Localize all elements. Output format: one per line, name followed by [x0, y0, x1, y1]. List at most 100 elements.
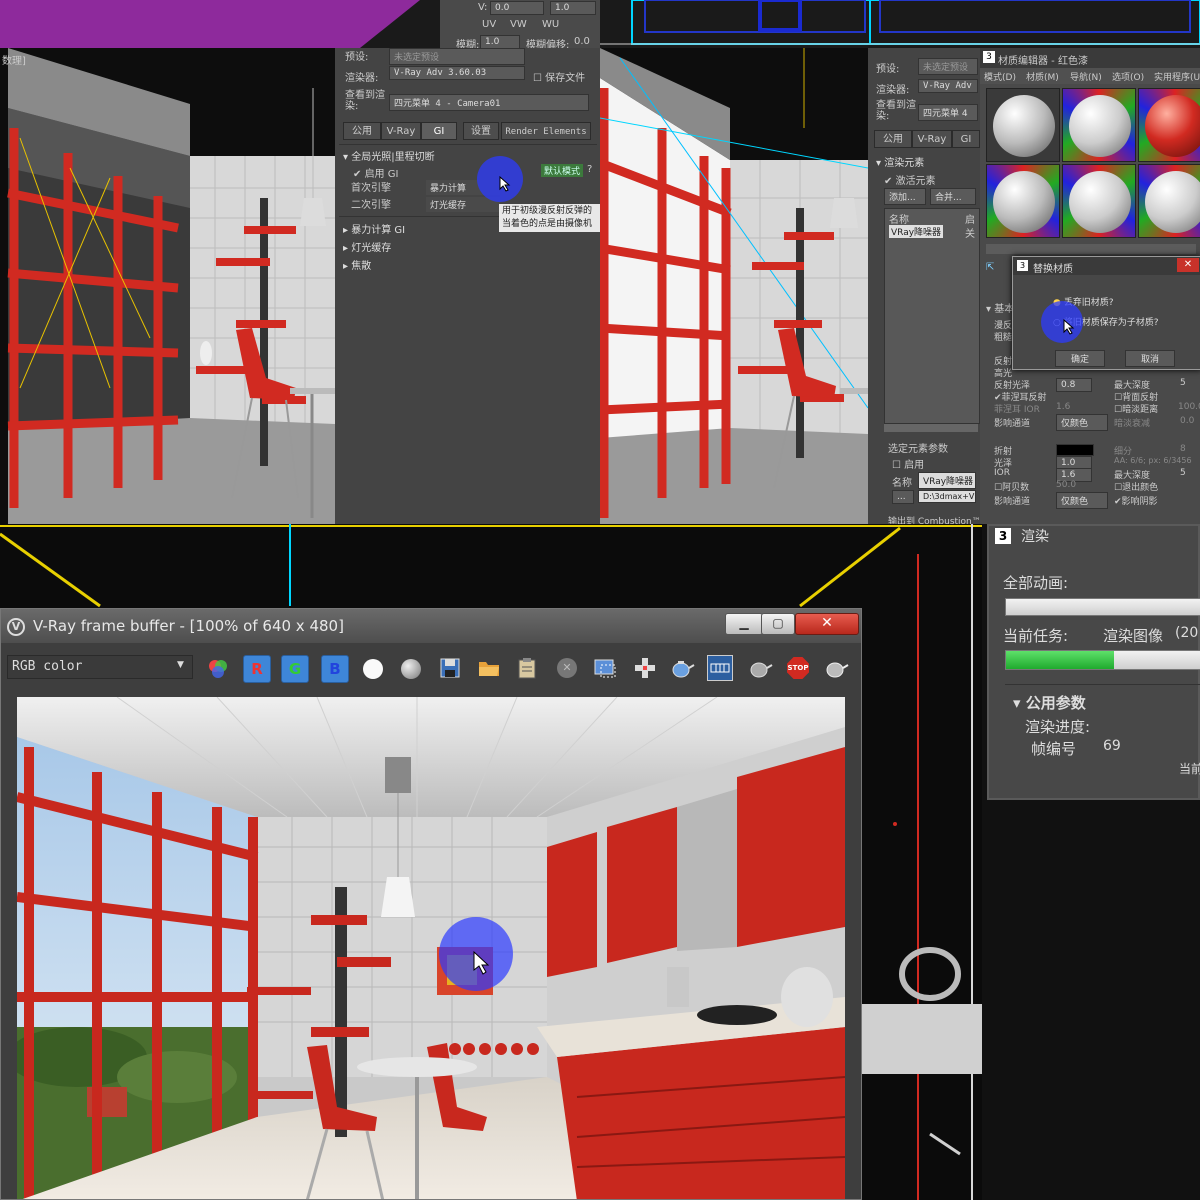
- rollout-light-cache[interactable]: ▸ 灯光缓存: [343, 239, 391, 254]
- frame-stamp-icon[interactable]: [707, 655, 733, 681]
- affect-channel-dropdown[interactable]: 仅颜色: [1056, 414, 1108, 431]
- elements-scrollbar[interactable]: [884, 424, 978, 432]
- merge-element-button[interactable]: 合并...: [930, 188, 976, 205]
- element-row[interactable]: VRay降噪器: [889, 225, 944, 238]
- common-params-rollout[interactable]: ▾ 公用参数: [1013, 692, 1086, 713]
- vfb-title: V-Ray frame buffer - [100% of 640 x 480]: [33, 617, 344, 635]
- active-elements-checkbox[interactable]: ✔ 激活元素: [884, 172, 936, 187]
- blur-offset-value[interactable]: 0.0: [574, 36, 590, 47]
- vw-radio[interactable]: VW: [510, 19, 527, 30]
- viewport-left-scene: [7, 48, 335, 524]
- rollout-brute-force[interactable]: ▸ 暴力计算 GI: [343, 221, 405, 236]
- alpha-channel-icon[interactable]: [401, 659, 421, 679]
- menu-mode[interactable]: 模式(D): [984, 70, 1016, 83]
- clear-image-icon[interactable]: ✕: [557, 658, 577, 678]
- material-slot-5[interactable]: [1062, 164, 1136, 238]
- render-last-teapot-icon[interactable]: [823, 656, 849, 680]
- element-name-field[interactable]: VRay降噪器: [918, 472, 976, 489]
- white-channel-icon[interactable]: [363, 659, 383, 679]
- render-setup-right: 预设: 未选定预设 渲染器: V-Ray Adv 3 查看到渲染: 四元菜单 4…: [868, 48, 981, 527]
- refraction-color-swatch[interactable]: [1056, 444, 1094, 456]
- right-preset-dropdown[interactable]: 未选定预设: [918, 58, 978, 75]
- rollout-caustics[interactable]: ▸ 焦散: [343, 257, 371, 272]
- save-file-checkbox[interactable]: ☐ 保存文件: [533, 69, 585, 84]
- right-tab-vray[interactable]: V-Ray: [912, 130, 952, 148]
- viewport-left[interactable]: 数理]: [0, 48, 335, 524]
- save-image-icon[interactable]: [439, 657, 461, 679]
- material-slot-3[interactable]: [1138, 88, 1200, 162]
- elements-list[interactable]: 名称 启 VRay降噪器 关: [884, 208, 980, 424]
- blur-field[interactable]: 1.0: [480, 35, 520, 49]
- v-field[interactable]: 0.0: [490, 1, 544, 15]
- right-view-dropdown[interactable]: 四元菜单 4: [918, 104, 978, 121]
- vray-logo-icon: V: [7, 618, 25, 636]
- enable-gi-checkbox[interactable]: ✔ 启用 GI: [353, 165, 398, 180]
- menu-options[interactable]: 选项(O): [1112, 70, 1144, 83]
- vfb-minimize-button[interactable]: ▁: [725, 613, 763, 635]
- blue-channel-button[interactable]: B: [321, 655, 349, 683]
- vfb-close-button[interactable]: ✕: [795, 613, 859, 635]
- render-setup-left: 预设: 未选定预设 渲染器: V-Ray Adv 3.60.03 ☐ 保存文件 …: [335, 48, 600, 524]
- vfb-title-bar: V V-Ray frame buffer - [100% of 640 x 48…: [1, 609, 861, 643]
- clipboard-icon[interactable]: [517, 657, 537, 679]
- default-mode-button[interactable]: 默认模式: [541, 164, 584, 177]
- vfb-maximize-button[interactable]: ▢: [761, 613, 795, 635]
- element-path-field[interactable]: D:\3dmax+VR: [918, 490, 976, 503]
- material-slot-1[interactable]: [986, 88, 1060, 162]
- stop-render-button[interactable]: STOP: [787, 657, 809, 679]
- channel-dropdown[interactable]: RGB color: [7, 655, 193, 679]
- preset-dropdown[interactable]: 未选定预设: [389, 48, 525, 65]
- tab-vray[interactable]: V-Ray: [381, 122, 421, 140]
- menu-material[interactable]: 材质(M): [1026, 70, 1059, 83]
- v2-field[interactable]: 1.0: [550, 1, 596, 15]
- material-menu-bar: 模式(D) 材质(M) 导航(N) 选项(O) 实用程序(U): [980, 68, 1200, 84]
- material-slot-4[interactable]: [986, 164, 1060, 238]
- dialog-close-button[interactable]: ✕: [1177, 258, 1199, 272]
- help-button[interactable]: ?: [587, 164, 592, 175]
- material-slot-2[interactable]: [1062, 88, 1136, 162]
- abbe-checkbox[interactable]: ☐阿贝数: [994, 480, 1029, 493]
- green-channel-button[interactable]: G: [281, 655, 309, 683]
- purple-shape: [0, 0, 420, 48]
- wu-radio[interactable]: WU: [542, 19, 559, 30]
- tab-render-elements[interactable]: Render Elements: [501, 122, 591, 140]
- view-dropdown[interactable]: 四元菜单 4 - Camera01: [389, 94, 589, 111]
- right-tab-common[interactable]: 公用: [874, 130, 912, 148]
- renderer-dropdown[interactable]: V-Ray Adv 3.60.03: [389, 66, 525, 80]
- region-render-icon[interactable]: [593, 657, 617, 679]
- element-enable-checkbox[interactable]: ☐ 启用: [892, 456, 924, 471]
- tab-common[interactable]: 公用: [343, 122, 381, 140]
- refl-gloss-field[interactable]: 0.8: [1056, 378, 1092, 392]
- affect-shadows-checkbox[interactable]: ✔影响阴影: [1114, 494, 1158, 507]
- color-channels-icon[interactable]: [207, 658, 229, 680]
- render-teapot-icon[interactable]: [669, 656, 695, 680]
- menu-navigation[interactable]: 导航(N): [1070, 70, 1102, 83]
- tab-settings[interactable]: 设置: [463, 122, 499, 140]
- material-slot-6[interactable]: [1138, 164, 1200, 238]
- interactive-teapot-icon[interactable]: [747, 656, 773, 680]
- vfb-cursor-icon: [473, 951, 490, 975]
- material-scrollbar[interactable]: [986, 244, 1196, 254]
- red-channel-button[interactable]: R: [243, 655, 271, 683]
- pick-material-icon[interactable]: ⇱: [986, 262, 994, 273]
- viewport-label[interactable]: 数理]: [2, 52, 26, 67]
- right-tab-gi[interactable]: GI: [952, 130, 980, 148]
- menu-utilities[interactable]: 实用程序(U): [1154, 70, 1200, 83]
- dialog-cancel-button[interactable]: 取消: [1125, 350, 1175, 367]
- dim-distance-checkbox[interactable]: ☐暗淡距离: [1114, 402, 1158, 415]
- path-browse-button[interactable]: ...: [892, 490, 914, 504]
- refr-affect-channel-dropdown[interactable]: 仅颜色: [1056, 492, 1108, 509]
- gi-rollout-title[interactable]: ▾ 全局光照|里程切断: [343, 148, 435, 163]
- right-renderer-dropdown[interactable]: V-Ray Adv 3: [918, 79, 978, 93]
- rendered-image[interactable]: [17, 697, 845, 1199]
- exit-color-checkbox[interactable]: ☐退出颜色: [1114, 480, 1158, 493]
- track-mouse-icon[interactable]: [633, 656, 657, 680]
- dialog-ok-button[interactable]: 确定: [1055, 350, 1105, 367]
- render-elements-rollout[interactable]: ▾ 渲染元素: [876, 154, 924, 169]
- uv-radio[interactable]: UV: [482, 19, 496, 30]
- viewport-middle[interactable]: [600, 48, 868, 524]
- add-element-button[interactable]: 添加...: [884, 188, 926, 205]
- open-folder-icon[interactable]: [477, 657, 501, 679]
- tab-gi[interactable]: GI: [421, 122, 457, 140]
- basic-rollout[interactable]: ▾ 基本: [986, 300, 1014, 315]
